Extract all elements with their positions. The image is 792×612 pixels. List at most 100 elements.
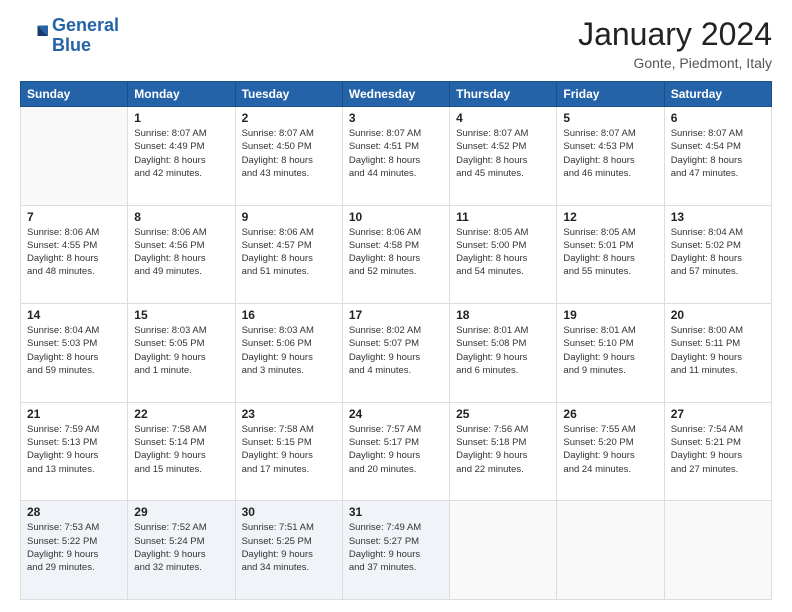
week-row-4: 21 Sunrise: 7:59 AMSunset: 5:13 PMDayligh… xyxy=(21,402,772,501)
day-info: Sunrise: 8:07 AMSunset: 4:54 PMDaylight:… xyxy=(671,127,765,180)
calendar-cell: 11 Sunrise: 8:05 AMSunset: 5:00 PMDayligh… xyxy=(450,205,557,304)
day-number: 23 xyxy=(242,407,336,421)
day-info: Sunrise: 8:07 AMSunset: 4:53 PMDaylight:… xyxy=(563,127,657,180)
calendar-cell xyxy=(557,501,664,600)
calendar-cell: 12 Sunrise: 8:05 AMSunset: 5:01 PMDayligh… xyxy=(557,205,664,304)
day-number: 4 xyxy=(456,111,550,125)
calendar-cell: 13 Sunrise: 8:04 AMSunset: 5:02 PMDayligh… xyxy=(664,205,771,304)
calendar: Sunday Monday Tuesday Wednesday Thursday… xyxy=(20,81,772,600)
calendar-cell: 15Sunrise: 8:03 AMSunset: 5:05 PMDayligh… xyxy=(128,304,235,403)
day-number: 10 xyxy=(349,210,443,224)
day-number: 5 xyxy=(563,111,657,125)
calendar-cell: 23Sunrise: 7:58 AMSunset: 5:15 PMDayligh… xyxy=(235,402,342,501)
day-number: 11 xyxy=(456,210,550,224)
calendar-cell: 3Sunrise: 8:07 AMSunset: 4:51 PMDaylight… xyxy=(342,107,449,206)
logo-icon xyxy=(20,22,48,50)
calendar-cell: 19Sunrise: 8:01 AMSunset: 5:10 PMDayligh… xyxy=(557,304,664,403)
calendar-body: 1 Sunrise: 8:07 AMSunset: 4:49 PMDaylight… xyxy=(21,107,772,600)
week-row-1: 1 Sunrise: 8:07 AMSunset: 4:49 PMDaylight… xyxy=(21,107,772,206)
day-info: Sunrise: 8:01 AMSunset: 5:10 PMDaylight:… xyxy=(563,324,657,377)
day-number: 25 xyxy=(456,407,550,421)
calendar-cell: 30 Sunrise: 7:51 AMSunset: 5:25 PMDayligh… xyxy=(235,501,342,600)
day-info: Sunrise: 8:04 AMSunset: 5:02 PMDaylight:… xyxy=(671,226,765,279)
day-number: 3 xyxy=(349,111,443,125)
day-info: Sunrise: 8:05 AMSunset: 5:00 PMDaylight:… xyxy=(456,226,550,279)
day-number: 7 xyxy=(27,210,121,224)
calendar-cell xyxy=(450,501,557,600)
day-number: 28 xyxy=(27,505,121,519)
day-info: Sunrise: 8:07 AMSunset: 4:52 PMDaylight:… xyxy=(456,127,550,180)
day-info: Sunrise: 7:55 AMSunset: 5:20 PMDaylight:… xyxy=(563,423,657,476)
day-info: Sunrise: 8:02 AMSunset: 5:07 PMDaylight:… xyxy=(349,324,443,377)
day-info: Sunrise: 8:05 AMSunset: 5:01 PMDaylight:… xyxy=(563,226,657,279)
day-info: Sunrise: 8:03 AMSunset: 5:06 PMDaylight:… xyxy=(242,324,336,377)
page: General Blue January 2024 Gonte, Piedmon… xyxy=(0,0,792,612)
calendar-cell: 7 Sunrise: 8:06 AMSunset: 4:55 PMDaylight… xyxy=(21,205,128,304)
day-info: Sunrise: 7:53 AMSunset: 5:22 PMDaylight:… xyxy=(27,521,121,574)
day-info: Sunrise: 7:56 AMSunset: 5:18 PMDaylight:… xyxy=(456,423,550,476)
day-number: 1 xyxy=(134,111,228,125)
day-info: Sunrise: 8:06 AMSunset: 4:56 PMDaylight:… xyxy=(134,226,228,279)
day-info: Sunrise: 8:06 AMSunset: 4:58 PMDaylight:… xyxy=(349,226,443,279)
calendar-cell: 2Sunrise: 8:07 AMSunset: 4:50 PMDaylight… xyxy=(235,107,342,206)
day-number: 12 xyxy=(563,210,657,224)
day-info: Sunrise: 7:58 AMSunset: 5:14 PMDaylight:… xyxy=(134,423,228,476)
day-number: 16 xyxy=(242,308,336,322)
calendar-cell: 24 Sunrise: 7:57 AMSunset: 5:17 PMDayligh… xyxy=(342,402,449,501)
month-title: January 2024 xyxy=(578,16,772,53)
day-number: 13 xyxy=(671,210,765,224)
day-number: 8 xyxy=(134,210,228,224)
col-saturday: Saturday xyxy=(664,82,771,107)
header: General Blue January 2024 Gonte, Piedmon… xyxy=(20,16,772,71)
calendar-cell: 14Sunrise: 8:04 AMSunset: 5:03 PMDayligh… xyxy=(21,304,128,403)
day-info: Sunrise: 8:07 AMSunset: 4:50 PMDaylight:… xyxy=(242,127,336,180)
day-info: Sunrise: 8:07 AMSunset: 4:49 PMDaylight:… xyxy=(134,127,228,180)
calendar-cell: 22 Sunrise: 7:58 AMSunset: 5:14 PMDayligh… xyxy=(128,402,235,501)
day-info: Sunrise: 7:57 AMSunset: 5:17 PMDaylight:… xyxy=(349,423,443,476)
day-number: 6 xyxy=(671,111,765,125)
calendar-cell: 17 Sunrise: 8:02 AMSunset: 5:07 PMDayligh… xyxy=(342,304,449,403)
col-tuesday: Tuesday xyxy=(235,82,342,107)
day-info: Sunrise: 7:54 AMSunset: 5:21 PMDaylight:… xyxy=(671,423,765,476)
calendar-cell: 5 Sunrise: 8:07 AMSunset: 4:53 PMDaylight… xyxy=(557,107,664,206)
day-number: 21 xyxy=(27,407,121,421)
calendar-cell: 9 Sunrise: 8:06 AMSunset: 4:57 PMDaylight… xyxy=(235,205,342,304)
day-info: Sunrise: 7:51 AMSunset: 5:25 PMDaylight:… xyxy=(242,521,336,574)
logo: General Blue xyxy=(20,16,119,56)
day-info: Sunrise: 8:01 AMSunset: 5:08 PMDaylight:… xyxy=(456,324,550,377)
day-info: Sunrise: 8:06 AMSunset: 4:55 PMDaylight:… xyxy=(27,226,121,279)
calendar-cell: 29 Sunrise: 7:52 AMSunset: 5:24 PMDayligh… xyxy=(128,501,235,600)
calendar-cell: 1 Sunrise: 8:07 AMSunset: 4:49 PMDaylight… xyxy=(128,107,235,206)
day-info: Sunrise: 7:52 AMSunset: 5:24 PMDaylight:… xyxy=(134,521,228,574)
col-wednesday: Wednesday xyxy=(342,82,449,107)
week-row-2: 7 Sunrise: 8:06 AMSunset: 4:55 PMDaylight… xyxy=(21,205,772,304)
day-number: 31 xyxy=(349,505,443,519)
title-block: January 2024 Gonte, Piedmont, Italy xyxy=(578,16,772,71)
day-number: 17 xyxy=(349,308,443,322)
day-number: 30 xyxy=(242,505,336,519)
day-number: 26 xyxy=(563,407,657,421)
calendar-cell: 16 Sunrise: 8:03 AMSunset: 5:06 PMDayligh… xyxy=(235,304,342,403)
calendar-cell: 31 Sunrise: 7:49 AMSunset: 5:27 PMDayligh… xyxy=(342,501,449,600)
day-info: Sunrise: 8:06 AMSunset: 4:57 PMDaylight:… xyxy=(242,226,336,279)
day-number: 22 xyxy=(134,407,228,421)
calendar-cell: 10 Sunrise: 8:06 AMSunset: 4:58 PMDayligh… xyxy=(342,205,449,304)
day-info: Sunrise: 8:00 AMSunset: 5:11 PMDaylight:… xyxy=(671,324,765,377)
calendar-cell: 4 Sunrise: 8:07 AMSunset: 4:52 PMDaylight… xyxy=(450,107,557,206)
day-info: Sunrise: 7:49 AMSunset: 5:27 PMDaylight:… xyxy=(349,521,443,574)
day-number: 15 xyxy=(134,308,228,322)
week-row-3: 14Sunrise: 8:04 AMSunset: 5:03 PMDayligh… xyxy=(21,304,772,403)
calendar-cell: 28 Sunrise: 7:53 AMSunset: 5:22 PMDayligh… xyxy=(21,501,128,600)
day-number: 24 xyxy=(349,407,443,421)
day-number: 9 xyxy=(242,210,336,224)
logo-text: General Blue xyxy=(52,16,119,56)
day-info: Sunrise: 7:59 AMSunset: 5:13 PMDaylight:… xyxy=(27,423,121,476)
col-friday: Friday xyxy=(557,82,664,107)
calendar-cell: 21 Sunrise: 7:59 AMSunset: 5:13 PMDayligh… xyxy=(21,402,128,501)
col-sunday: Sunday xyxy=(21,82,128,107)
day-number: 29 xyxy=(134,505,228,519)
calendar-cell: 27 Sunrise: 7:54 AMSunset: 5:21 PMDayligh… xyxy=(664,402,771,501)
logo-line2: Blue xyxy=(52,35,91,55)
day-number: 27 xyxy=(671,407,765,421)
calendar-cell: 20Sunrise: 8:00 AMSunset: 5:11 PMDayligh… xyxy=(664,304,771,403)
